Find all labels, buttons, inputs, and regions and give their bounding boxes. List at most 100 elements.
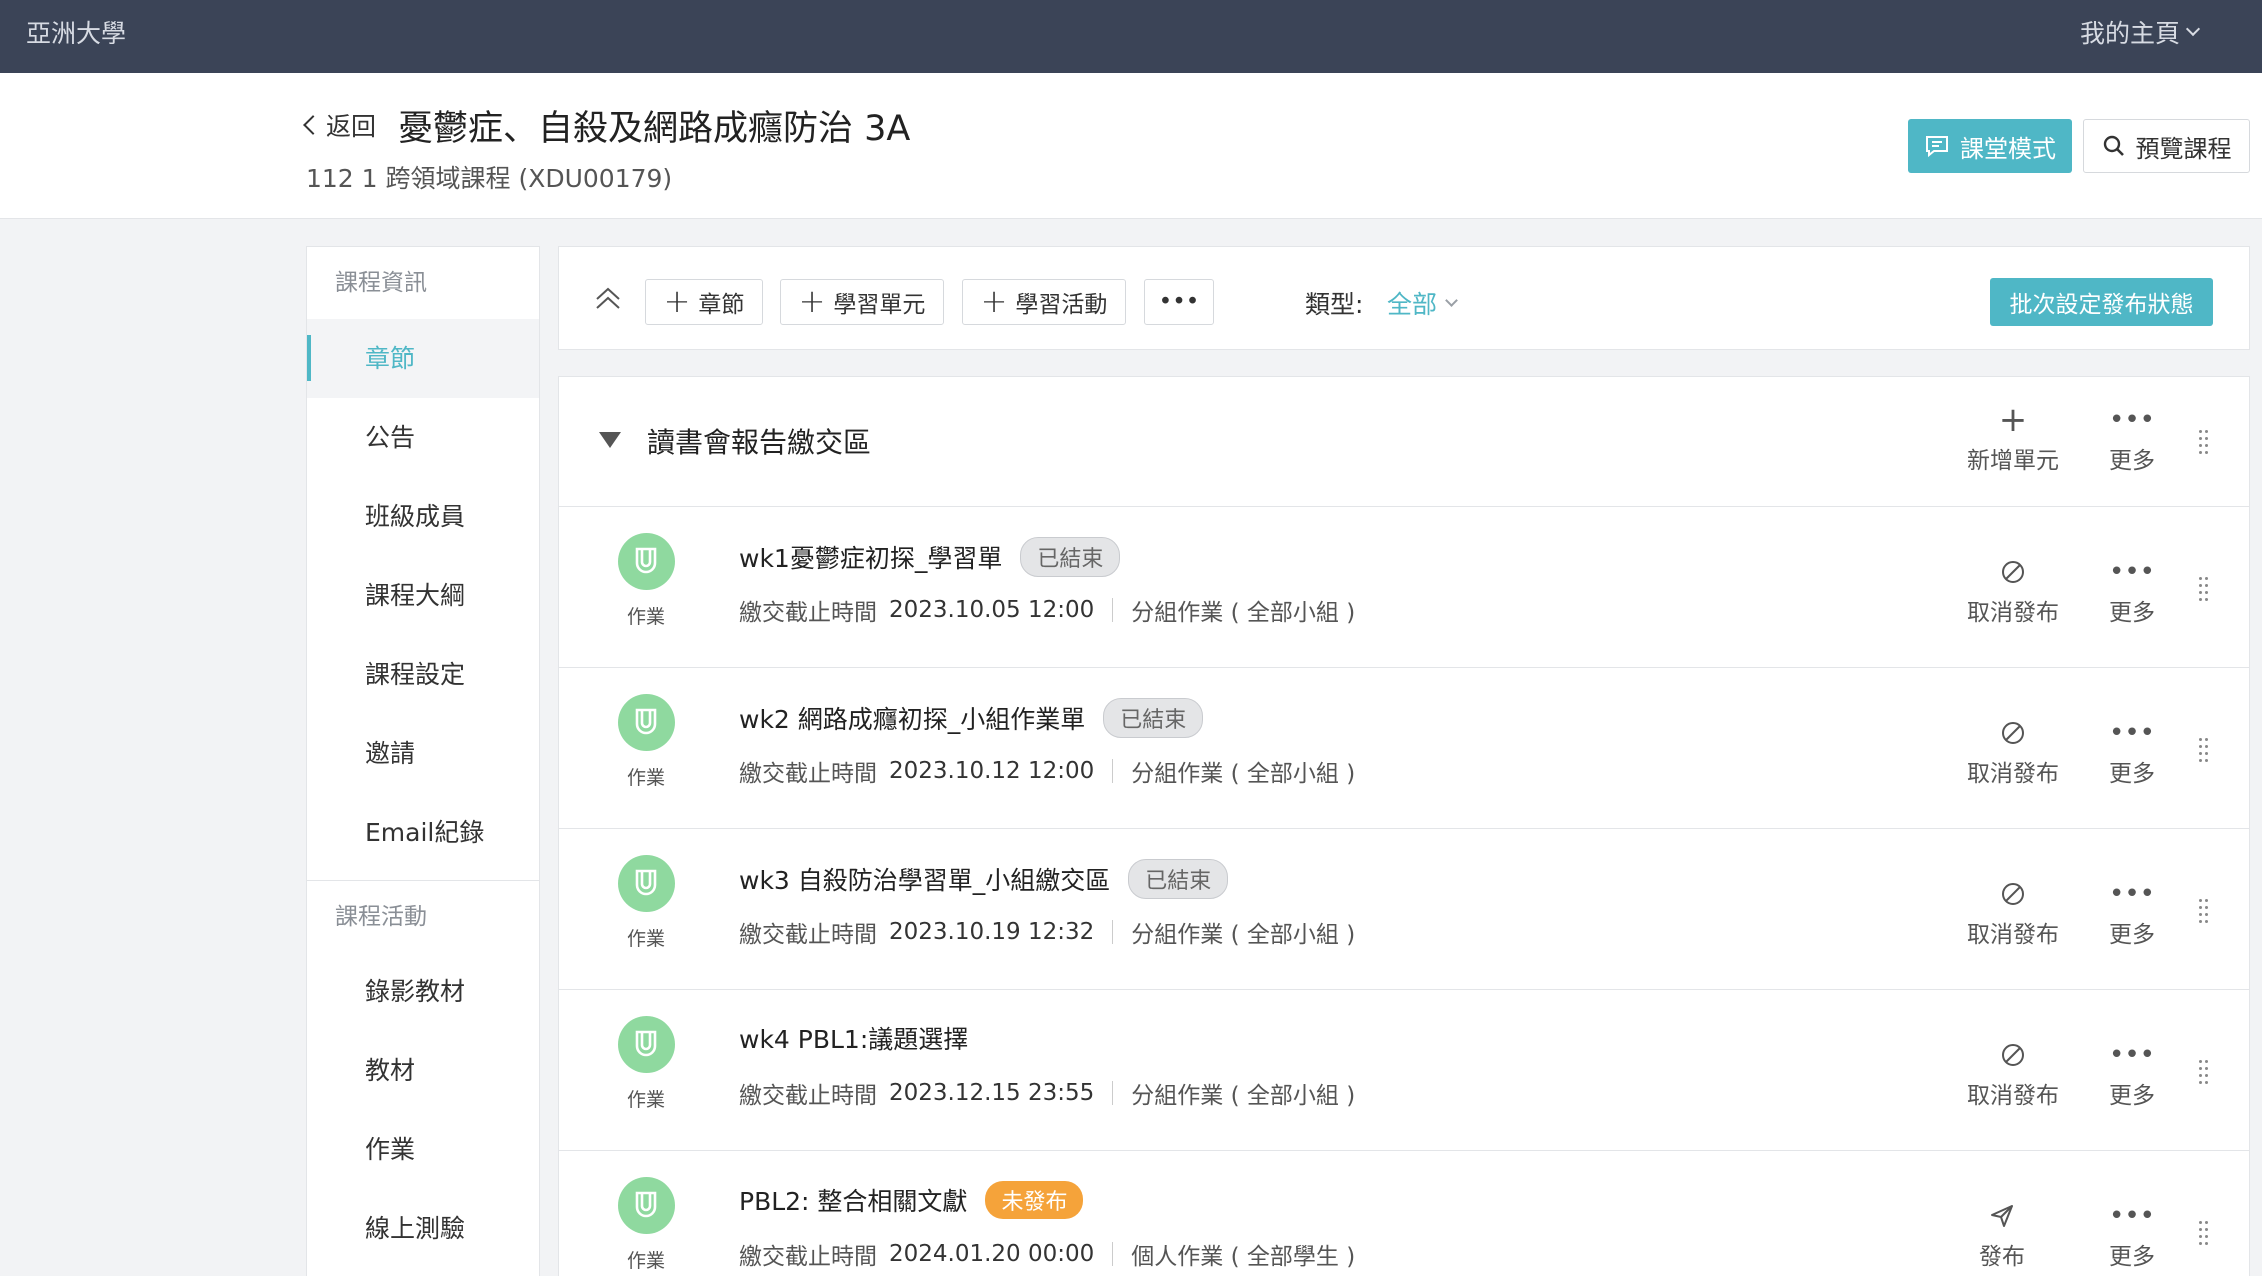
sidebar-item-syllabus[interactable]: 課程大綱 [307, 556, 539, 635]
activity-title[interactable]: wk3 自殺防治學習單_小組繳交區 [739, 861, 1110, 897]
batch-publish-button[interactable]: 批次設定發布狀態 [1990, 278, 2213, 326]
activity-title[interactable]: wk2 網路成癮初探_小組作業單 [739, 700, 1085, 736]
sidebar-item-quizzes[interactable]: 線上測驗 [307, 1189, 539, 1268]
sidebar-item-announcements[interactable]: 公告 [307, 398, 539, 477]
unpublish-label: 取消發布 [1967, 600, 2059, 626]
deadline-value: 2023.12.15 23:55 [889, 1080, 1095, 1106]
sidebar-item-chapters[interactable]: 章節 [307, 319, 539, 398]
deadline-label: 繳交截止時間 [739, 1083, 877, 1109]
row-more-action[interactable]: ••• 更多 [2109, 1040, 2155, 1110]
add-unit-button[interactable]: + 學習單元 [780, 279, 944, 325]
sidebar-item-settings[interactable]: 課程設定 [307, 635, 539, 714]
activity-meta: 繳交截止時間 2024.01.20 00:00 個人作業 ( 全部學生 ) [739, 1237, 1355, 1271]
send-icon [1991, 1205, 2013, 1227]
toolbar-more-button[interactable]: ••• [1144, 279, 1214, 325]
activity-title[interactable]: PBL2: 整合相關文獻 [739, 1182, 967, 1218]
add-unit-action[interactable]: + 新增單元 [1967, 400, 2059, 475]
sidebar-item-videos[interactable]: 錄影教材 [307, 952, 539, 1031]
my-home-menu[interactable]: 我的主頁 [2080, 14, 2201, 50]
activity-meta: 繳交截止時間 2023.12.15 23:55 分組作業 ( 全部小組 ) [739, 1076, 1355, 1110]
assignment-icon [617, 694, 675, 751]
add-chapter-button[interactable]: + 章節 [645, 279, 763, 325]
status-badge: 已結束 [1128, 859, 1229, 899]
sidebar-item-email-log[interactable]: Email紀錄 [307, 793, 539, 872]
plus-icon: + [798, 281, 826, 320]
plus-icon: + [1998, 400, 2028, 440]
publish-action[interactable]: 發布 [1979, 1201, 2025, 1271]
group-type: 分組作業 ( 全部小組 ) [1131, 922, 1356, 948]
deadline-value: 2024.01.20 00:00 [889, 1241, 1095, 1267]
activity-category: 作業 [626, 928, 665, 950]
add-activity-button[interactable]: + 學習活動 [962, 279, 1126, 325]
assignment-icon [617, 1016, 675, 1073]
classroom-mode-label: 課堂模式 [1960, 134, 2056, 163]
page-title: 憂鬱症、自殺及網路成癮防治 3A [398, 109, 911, 149]
chevron-left-icon [303, 115, 323, 135]
activity-row[interactable]: 作業 PBL2: 整合相關文獻 未發布 繳交截止時間 2024.01.20 00… [559, 1151, 2249, 1276]
drag-handle-icon[interactable] [2199, 738, 2209, 762]
unpublish-action[interactable]: 取消發布 [1967, 879, 2059, 949]
row-more-label: 更多 [2109, 600, 2155, 626]
collapse-all-icon[interactable] [593, 283, 623, 313]
ellipsis-icon: ••• [2109, 405, 2156, 435]
activity-row[interactable]: 作業 wk4 PBL1:議題選擇 繳交截止時間 2023.12.15 23:55… [559, 990, 2249, 1151]
unpublish-action[interactable]: 取消發布 [1967, 557, 2059, 627]
row-more-action[interactable]: ••• 更多 [2109, 718, 2155, 788]
type-filter-label: 類型: [1305, 290, 1364, 319]
assignment-icon [617, 855, 675, 912]
status-badge: 已結束 [1020, 537, 1121, 577]
classroom-mode-button[interactable]: 課堂模式 [1908, 119, 2072, 173]
unpublish-label: 取消發布 [1967, 922, 2059, 948]
activity-row[interactable]: 作業 wk2 網路成癮初探_小組作業單 已結束 繳交截止時間 2023.10.1… [559, 668, 2249, 829]
activity-category: 作業 [626, 767, 665, 789]
brand-logo[interactable]: 亞洲大學 [26, 14, 126, 50]
activity-category: 作業 [626, 1250, 665, 1272]
drag-handle-icon[interactable] [2199, 1221, 2209, 1245]
sidebar-item-materials[interactable]: 教材 [307, 1031, 539, 1110]
activity-title[interactable]: wk4 PBL1:議題選擇 [739, 1020, 968, 1056]
drag-handle-icon[interactable] [2199, 577, 2209, 601]
sidebar-item-assignments[interactable]: 作業 [307, 1110, 539, 1189]
group-type: 個人作業 ( 全部學生 ) [1131, 1244, 1356, 1270]
activity-row[interactable]: 作業 wk3 自殺防治學習單_小組繳交區 已結束 繳交截止時間 2023.10.… [559, 829, 2249, 990]
status-badge: 已結束 [1103, 698, 1204, 738]
meta-divider [1112, 1242, 1114, 1266]
assignment-icon-wrap: 作業 [616, 855, 676, 951]
row-more-action[interactable]: ••• 更多 [2109, 557, 2155, 627]
ban-icon [2002, 883, 2024, 905]
plus-icon: + [663, 281, 691, 320]
sidebar-item-members[interactable]: 班級成員 [307, 477, 539, 556]
drag-handle-icon[interactable] [2199, 430, 2209, 454]
chapter-list: 讀書會報告繳交區 + 新增單元 ••• 更多 作業 wk1憂鬱症初探_學習單 已… [558, 376, 2250, 1276]
course-header: 返回 憂鬱症、自殺及網路成癮防治 3A 112 1 跨領域課程 (XDU0017… [0, 73, 2262, 219]
activity-title-line: wk4 PBL1:議題選擇 [739, 1020, 968, 1056]
sidebar-item-invite[interactable]: 邀請 [307, 714, 539, 793]
deadline-label: 繳交截止時間 [739, 600, 877, 626]
row-more-action[interactable]: ••• 更多 [2109, 1201, 2155, 1271]
meta-divider [1112, 920, 1114, 944]
activity-title-line: wk2 網路成癮初探_小組作業單 已結束 [739, 698, 1204, 738]
activity-row[interactable]: 作業 wk1憂鬱症初探_學習單 已結束 繳交截止時間 2023.10.05 12… [559, 507, 2249, 668]
ellipsis-icon: ••• [2109, 1201, 2156, 1231]
row-more-action[interactable]: ••• 更多 [2109, 879, 2155, 949]
drag-handle-icon[interactable] [2199, 1060, 2209, 1084]
assignment-icon [617, 533, 675, 590]
ellipsis-icon: ••• [2109, 1040, 2156, 1070]
assignment-icon-wrap: 作業 [616, 533, 676, 629]
meta-divider [1112, 598, 1114, 622]
drag-handle-icon[interactable] [2199, 899, 2209, 923]
type-filter-select[interactable]: 全部 [1387, 285, 1458, 321]
deadline-label: 繳交截止時間 [739, 761, 877, 787]
activity-title-line: PBL2: 整合相關文獻 未發布 [739, 1181, 1084, 1219]
chapter-more-action[interactable]: ••• 更多 [2109, 405, 2155, 475]
activity-title[interactable]: wk1憂鬱症初探_學習單 [739, 539, 1002, 575]
search-icon [2103, 135, 2124, 156]
ellipsis-icon: ••• [2109, 718, 2156, 748]
preview-course-button[interactable]: 預覽課程 [2083, 119, 2250, 173]
row-more-label: 更多 [2109, 1244, 2155, 1270]
caret-down-icon[interactable] [599, 432, 621, 448]
unpublish-action[interactable]: 取消發布 [1967, 718, 2059, 788]
back-button[interactable]: 返回 [303, 107, 376, 143]
unpublish-action[interactable]: 取消發布 [1967, 1040, 2059, 1110]
assignment-icon-wrap: 作業 [616, 694, 676, 790]
